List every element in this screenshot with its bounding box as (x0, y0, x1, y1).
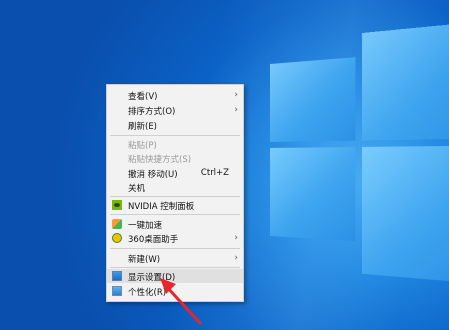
display-settings-icon (112, 271, 122, 281)
menu-item-personalize[interactable]: 个性化(R) (107, 284, 243, 298)
chevron-right-icon: › (234, 105, 238, 115)
menu-item-label: 显示设置(D) (128, 271, 175, 283)
menu-item-paste: 粘贴(P) (107, 137, 243, 151)
menu-item-label: 粘贴快捷方式(S) (128, 153, 191, 165)
menu-item-label: 个性化(R) (128, 286, 166, 298)
assistant-360-icon (112, 233, 122, 243)
logo-pane-top-left (270, 57, 355, 142)
menu-separator (110, 196, 240, 197)
logo-pane-bottom-right (362, 145, 449, 285)
menu-item-label: 关机 (128, 182, 145, 194)
menu-item-undo-move[interactable]: 撤消 移动(U) Ctrl+Z (107, 166, 243, 180)
menu-separator (110, 214, 240, 215)
menu-item-label: 排序方式(O) (128, 105, 175, 117)
menu-item-label: 一键加速 (128, 219, 162, 231)
chevron-right-icon: › (234, 253, 238, 263)
menu-item-label: 360桌面助手 (128, 233, 178, 245)
logo-pane-top-right (362, 20, 449, 140)
menu-separator (110, 248, 240, 249)
menu-item-paste-shortcut: 粘贴快捷方式(S) (107, 151, 243, 165)
menu-item-360-desktop-assistant[interactable]: 360桌面助手 › (107, 231, 243, 245)
personalize-icon (112, 286, 122, 296)
menu-item-label: 查看(V) (128, 90, 157, 102)
menu-item-new[interactable]: 新建(W) › (107, 251, 243, 265)
windows-logo (270, 20, 449, 304)
menu-item-label: 撤消 移动(U) (128, 168, 178, 180)
speedup-icon (112, 219, 122, 229)
menu-item-label: 刷新(E) (128, 120, 157, 132)
menu-item-shutdown[interactable]: 关机 (107, 180, 243, 194)
menu-item-refresh[interactable]: 刷新(E) (107, 118, 243, 132)
menu-item-label: NVIDIA 控制面板 (128, 200, 194, 212)
menu-item-sort-by[interactable]: 排序方式(O) › (107, 103, 243, 117)
menu-item-speedup[interactable]: 一键加速 (107, 217, 243, 231)
menu-item-display-settings[interactable]: 显示设置(D) (107, 269, 243, 283)
chevron-right-icon: › (234, 90, 238, 100)
menu-separator (110, 267, 240, 268)
menu-item-shortcut: Ctrl+Z (201, 168, 229, 178)
menu-item-view[interactable]: 查看(V) › (107, 88, 243, 102)
chevron-right-icon: › (234, 233, 238, 243)
menu-item-label: 新建(W) (128, 253, 160, 265)
desktop-context-menu: 查看(V) › 排序方式(O) › 刷新(E) 粘贴(P) 粘贴快捷方式(S) … (106, 84, 244, 302)
menu-item-nvidia-control-panel[interactable]: NVIDIA 控制面板 (107, 198, 243, 212)
logo-pane-bottom-left (270, 147, 355, 241)
menu-separator (110, 135, 240, 136)
nvidia-icon (112, 200, 122, 210)
menu-item-label: 粘贴(P) (128, 139, 157, 151)
